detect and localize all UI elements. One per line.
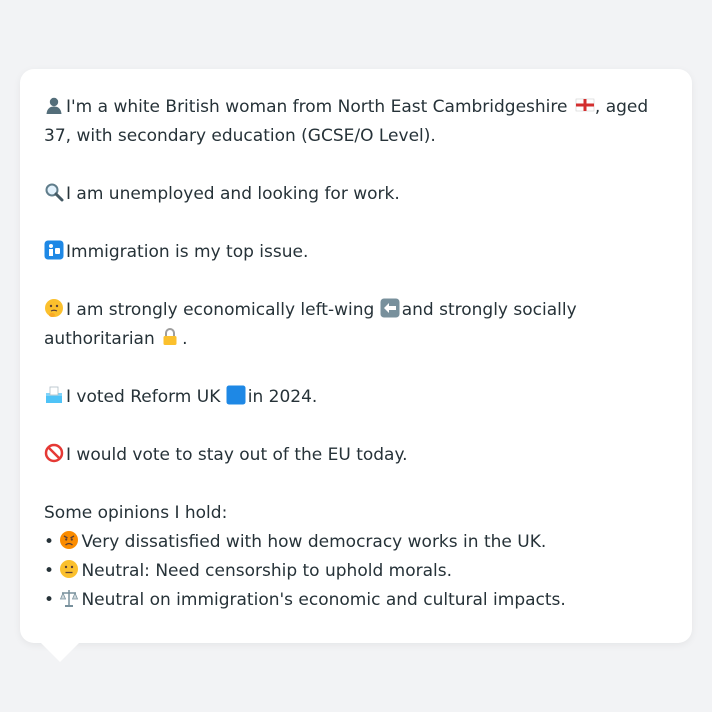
opinion-text: Very dissatisfied with how democracy wor…	[81, 532, 547, 552]
opinion-text: Neutral: Need censorship to uphold moral…	[81, 561, 453, 581]
eu-text: I would vote to stay out of the EU today…	[66, 445, 408, 465]
bullet: •	[44, 590, 55, 610]
blue-square-icon	[226, 385, 246, 405]
employment-line: I am unemployed and looking for work.	[44, 180, 670, 209]
opinion-item: • Neutral: Need censorship to uphold mor…	[44, 557, 670, 586]
intro-text-part1: I'm a white British woman from North Eas…	[66, 97, 568, 117]
vote-line: I voted Reform UK in 2024.	[44, 383, 670, 412]
balance-scale-icon	[60, 590, 79, 607]
message-bubble: I'm a white British woman from North Eas…	[20, 69, 692, 643]
ballot-box-icon	[46, 386, 62, 403]
top-issue-text: Immigration is my top issue.	[66, 242, 309, 262]
top-issue-line: Immigration is my top issue.	[44, 238, 670, 267]
opinion-text: Neutral on immigration's economic and cu…	[81, 590, 566, 610]
bullet: •	[44, 561, 55, 581]
ideology-text-part1: I am strongly economically left-wing	[66, 300, 375, 320]
vote-text-part2: in 2024.	[247, 387, 318, 407]
magnifying-glass-icon	[45, 183, 64, 202]
eu-line: I would vote to stay out of the EU today…	[44, 441, 670, 470]
lock-icon	[163, 328, 177, 345]
bullet: •	[44, 532, 55, 552]
angry-face-icon	[60, 531, 79, 549]
opinion-item: • Neutral on immigration's economic and …	[44, 586, 670, 615]
england-flag-icon	[575, 98, 595, 112]
ideology-line: I am strongly economically left-wing and…	[44, 296, 670, 354]
opinion-item: • Very dissatisfied with how democracy w…	[44, 528, 670, 557]
neutral-face-icon	[60, 560, 79, 578]
ideology-end: .	[182, 329, 188, 349]
bubble-tail	[40, 642, 80, 662]
thinking-face-icon	[45, 299, 63, 317]
passport-control-icon	[44, 240, 64, 260]
vote-text-part1: I voted Reform UK	[66, 387, 221, 407]
left-arrow-icon	[380, 298, 400, 318]
person-silhouette-icon	[44, 95, 64, 115]
prohibited-icon	[44, 443, 64, 463]
profile-intro: I'm a white British woman from North Eas…	[44, 93, 670, 151]
opinions-heading: Some opinions I hold:	[44, 503, 228, 523]
employment-text: I am unemployed and looking for work.	[66, 184, 400, 204]
